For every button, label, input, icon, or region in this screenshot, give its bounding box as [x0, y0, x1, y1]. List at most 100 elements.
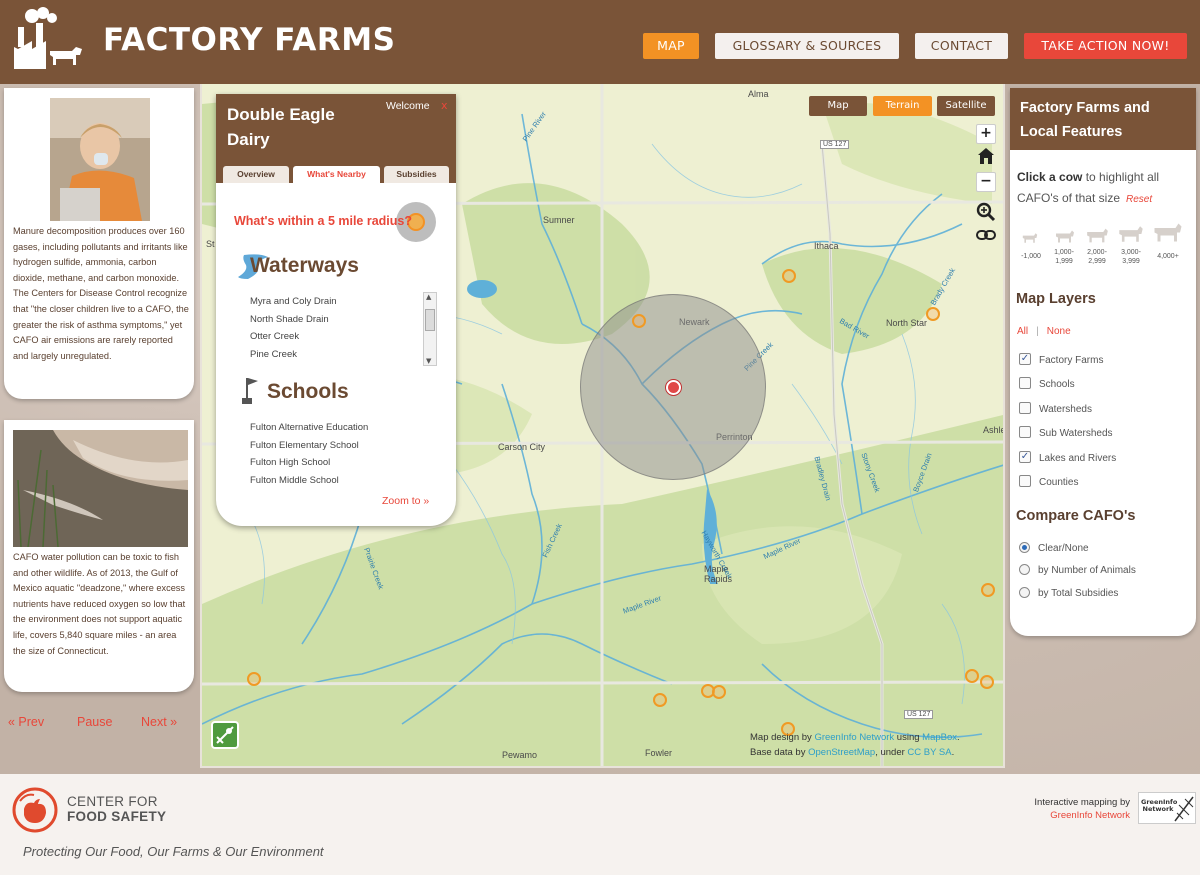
cafo-marker[interactable] [247, 672, 261, 686]
story-pause-button[interactable]: Pause [77, 715, 112, 729]
cafo-marker[interactable] [712, 685, 726, 699]
nav-take-action-button[interactable]: TAKE ACTION NOW! [1024, 33, 1187, 59]
map-legend-tool-icon[interactable] [211, 721, 239, 749]
magnifier-icon[interactable] [975, 202, 997, 224]
welcome-link[interactable]: Welcome [386, 100, 430, 112]
cafo-marker[interactable] [782, 269, 796, 283]
waterways-list: Myra and Coly Drain North Shade Drain Ot… [250, 293, 420, 363]
home-icon[interactable] [975, 147, 997, 169]
story-photo-dead-fish [13, 430, 188, 547]
tab-whats-nearby[interactable]: What's Nearby [293, 166, 380, 183]
map-controls-panel: Factory Farms and Local Features Click a… [1010, 88, 1196, 636]
cafo-marker[interactable] [653, 693, 667, 707]
cow-size-5-icon[interactable] [1153, 221, 1183, 244]
layer-counties[interactable]: Counties [1019, 475, 1078, 490]
checkbox[interactable] [1019, 475, 1031, 488]
farm-detail-panel: Double Eagle Dairy Welcome x Overview Wh… [216, 94, 456, 526]
layer-lakes-rivers[interactable]: ✓ Lakes and Rivers [1019, 451, 1116, 466]
town-label: Sumner [543, 215, 575, 225]
radius-question: What's within a 5 mile radius? [234, 214, 413, 228]
greeninfo-network-logo-icon[interactable]: GreenInfo Network [1138, 792, 1196, 824]
radio-selected[interactable] [1019, 541, 1030, 553]
list-item: Pine Creek [250, 348, 297, 360]
compare-cafos-heading: Compare CAFO's [1016, 508, 1136, 524]
layers-none-link[interactable]: None [1047, 326, 1071, 337]
cow-size-label: -1,000 [1021, 253, 1041, 260]
checkbox[interactable] [1019, 402, 1031, 415]
zoom-in-button[interactable]: + [976, 124, 996, 144]
town-label: Pewamo [502, 750, 538, 760]
checkbox-checked[interactable]: ✓ [1019, 353, 1031, 366]
compare-total-subsidies[interactable]: by Total Subsidies [1019, 586, 1118, 601]
checkbox-checked[interactable]: ✓ [1019, 451, 1031, 464]
openstreetmap-link[interactable]: OpenStreetMap [808, 747, 875, 758]
zoom-to-link[interactable]: Zoom to » [382, 495, 429, 507]
cow-size-2-icon[interactable] [1055, 229, 1075, 244]
nav-map-button[interactable]: MAP [643, 33, 699, 59]
town-label: Carson City [498, 442, 546, 452]
greeninfo-link[interactable]: GreenInfo Network [814, 732, 894, 743]
town-label: Fowler [645, 748, 673, 758]
license-link[interactable]: CC BY SA [907, 747, 951, 758]
checkbox[interactable] [1019, 426, 1031, 439]
reset-link[interactable]: Reset [1126, 194, 1152, 205]
site-title[interactable]: FACTORY FARMS [103, 22, 395, 58]
town-label: Ithaca [814, 241, 839, 251]
layer-sub-watersheds[interactable]: Sub Watersheds [1019, 426, 1113, 441]
cafo-marker[interactable] [926, 307, 940, 321]
compare-number-animals[interactable]: by Number of Animals [1019, 563, 1136, 578]
layer-factory-farms[interactable]: ✓ Factory Farms [1019, 353, 1103, 368]
cow-instructions: Click a cow to highlight all CAFO's of t… [1017, 170, 1160, 205]
list-item: Fulton High School [250, 457, 331, 468]
story-prev-button[interactable]: « Prev [8, 715, 44, 729]
map-attribution: Map design by GreenInfo Network using Ma… [750, 732, 960, 758]
radio[interactable] [1019, 586, 1030, 598]
waterways-heading: Waterways [250, 254, 359, 277]
cafo-marker[interactable] [965, 669, 979, 683]
zoom-out-button[interactable]: − [976, 172, 996, 192]
cafo-marker[interactable] [980, 675, 994, 689]
cfs-organization-name[interactable]: CENTER FOR FOOD SAFETY [67, 794, 166, 824]
cow-size-4-icon[interactable] [1118, 224, 1144, 244]
story-card: CAFO water pollution can be toxic to fis… [4, 420, 194, 692]
cafo-marker[interactable] [981, 583, 995, 597]
cow-size-1-icon[interactable] [1022, 232, 1038, 244]
radio[interactable] [1019, 563, 1030, 575]
mapbox-link[interactable]: MapBox [922, 732, 957, 743]
compare-clear-none[interactable]: Clear/None [1019, 541, 1089, 556]
checkbox[interactable] [1019, 377, 1031, 390]
highway-shield: US 127 [904, 710, 934, 719]
cow-size-label: 4,000+ [1157, 253, 1179, 260]
tab-overview[interactable]: Overview [223, 166, 289, 183]
layer-schools[interactable]: Schools [1019, 377, 1075, 392]
greeninfo-network-link[interactable]: GreenInfo Network [1000, 809, 1130, 822]
map-type-map-button[interactable]: Map [809, 96, 867, 116]
cow-size-label: 3,000- 3,999 [1121, 249, 1141, 265]
map-type-terrain-button[interactable]: Terrain [873, 96, 932, 116]
cow-size-3-icon[interactable] [1086, 227, 1109, 244]
close-icon[interactable]: x [441, 99, 448, 112]
selected-cafo-marker[interactable] [665, 379, 681, 395]
list-item: Fulton Middle School [250, 474, 339, 486]
tab-subsidies[interactable]: Subsidies [384, 166, 449, 183]
layer-all-none: All | None [1017, 326, 1071, 337]
school-flag-icon [242, 378, 258, 404]
center-for-food-safety-logo-icon[interactable] [12, 787, 58, 833]
waterways-scrollbar[interactable]: ▲ ▼ [423, 292, 437, 366]
farm-name: Double Eagle Dairy [227, 105, 335, 149]
town-label: Ashley [983, 425, 1003, 435]
nav-glossary-button[interactable]: GLOSSARY & SOURCES [715, 33, 899, 59]
list-item: Myra and Coly Drain [250, 296, 337, 307]
nav-contact-button[interactable]: CONTACT [915, 33, 1008, 59]
cafo-marker[interactable] [632, 314, 646, 328]
site-header: FACTORY FARMS MAP GLOSSARY & SOURCES CON… [0, 0, 1200, 84]
schools-list: Fulton Alternative Education Fulton Elem… [250, 419, 440, 489]
map-type-satellite-button[interactable]: Satellite [937, 96, 995, 116]
layer-watersheds[interactable]: Watersheds [1019, 402, 1092, 417]
footer-tagline: Protecting Our Food, Our Farms & Our Env… [23, 844, 324, 859]
link-icon[interactable] [975, 228, 997, 250]
story-next-button[interactable]: Next » [141, 715, 177, 729]
farm-logo-icon[interactable] [12, 7, 84, 69]
site-footer: CENTER FOR FOOD SAFETY Protecting Our Fo… [0, 774, 1200, 875]
layers-all-link[interactable]: All [1017, 326, 1028, 337]
